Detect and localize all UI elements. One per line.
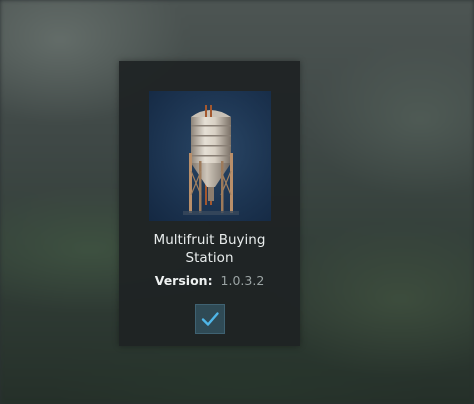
mod-version: Version: 1.0.3.2 <box>119 273 300 289</box>
mod-title-line-2: Station <box>185 250 234 266</box>
select-mod-checkbox[interactable] <box>195 304 225 334</box>
mod-title-line-1: Multifruit Buying <box>153 232 266 248</box>
grain-silo-image <box>183 105 239 215</box>
mod-thumbnail <box>149 91 271 221</box>
checkmark-icon <box>201 312 219 326</box>
version-label: Version: <box>154 273 213 288</box>
version-value: 1.0.3.2 <box>220 273 265 288</box>
mod-title: Multifruit Buying Station <box>119 231 300 267</box>
mod-card[interactable]: Multifruit Buying Station Version: 1.0.3… <box>119 61 300 346</box>
